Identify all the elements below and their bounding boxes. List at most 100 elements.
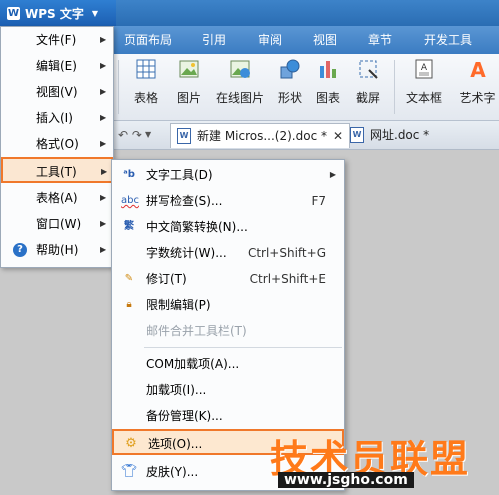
tab-nav-arrows[interactable]: ↶ ↷ ▼ <box>118 123 151 147</box>
menu-item-file[interactable]: 文件(F) ▶ <box>2 27 112 53</box>
table-button[interactable]: 表格 <box>126 58 166 106</box>
table-label: 表格 <box>133 91 158 105</box>
submenu-item-label: 修订(T) <box>146 272 187 286</box>
menu-item-label: 视图(V) <box>36 85 78 99</box>
shape-icon <box>280 59 300 79</box>
menu-item-label: 插入(I) <box>36 111 73 125</box>
submenu-item-label: 文字工具(D) <box>146 168 213 182</box>
submenu-item-revision[interactable]: ✎ 修订(T) Ctrl+Shift+E <box>112 266 344 292</box>
shape-button[interactable]: 形状 <box>272 58 308 106</box>
wps-app-menu-button[interactable]: W WPS 文字 ▼ <box>0 0 116 26</box>
wordart-button[interactable]: A 艺术字 <box>456 58 499 106</box>
menu-item-edit[interactable]: 编辑(E) ▶ <box>2 53 112 79</box>
submenu-item-label: 邮件合并工具栏(T) <box>146 324 247 338</box>
menu-item-format[interactable]: 格式(O) ▶ <box>2 131 112 157</box>
chevron-right-icon: ▶ <box>100 113 107 122</box>
submenu-item-mail-merge[interactable]: 邮件合并工具栏(T) <box>112 318 344 344</box>
submenu-item-com-addins[interactable]: COM加载项(A)... <box>112 351 344 377</box>
textbox-button[interactable]: A 文本框 <box>400 58 448 106</box>
screenshot-label: 截屏 <box>355 91 380 105</box>
doc-tab-label: 网址.doc * <box>370 128 430 142</box>
picture-label: 图片 <box>176 91 201 105</box>
menu-item-help[interactable]: ? 帮助(H) ▶ <box>2 237 112 263</box>
textbox-label: 文本框 <box>405 91 442 105</box>
text-tools-icon: ᵃb <box>123 169 135 180</box>
revision-icon: ✎ <box>124 273 134 284</box>
submenu-item-label: 皮肤(Y)... <box>146 465 199 479</box>
submenu-item-restrict-edit[interactable]: 🔒︎ 限制编辑(P) <box>112 292 344 318</box>
chevron-right-icon: ▶ <box>100 87 107 96</box>
menu-item-label: 帮助(H) <box>36 243 79 257</box>
submenu-item-addins[interactable]: 加载项(I)... <box>112 377 344 403</box>
main-dropdown-menu: 文件(F) ▶ 编辑(E) ▶ 视图(V) ▶ 插入(I) ▶ 格式(O) ▶ … <box>0 26 114 268</box>
ribbon-separator <box>394 60 395 114</box>
wps-logo-icon: W <box>7 6 20 20</box>
shortcut-text: Ctrl+Shift+E <box>249 272 326 286</box>
submenu-item-label: 中文简繁转换(N)... <box>146 220 248 234</box>
redo-icon[interactable]: ↷ <box>132 123 142 147</box>
help-icon: ? <box>13 243 27 257</box>
online-picture-button[interactable]: 在线图片 <box>212 58 268 106</box>
submenu-item-spellcheck[interactable]: abc 拼写检查(S)... F7 <box>112 188 344 214</box>
svg-text:A: A <box>421 63 428 73</box>
wordart-label: 艺术字 <box>459 91 496 105</box>
lock-icon: 🔒︎ <box>126 299 132 310</box>
textbox-icon: A <box>415 59 433 79</box>
chevron-right-icon: ▶ <box>100 245 107 254</box>
menu-item-label: 工具(T) <box>36 165 77 179</box>
tab-chapter[interactable]: 章节 <box>368 26 392 54</box>
doc-file-icon: W <box>177 128 191 144</box>
tab-developer[interactable]: 开发工具 <box>424 26 472 54</box>
menu-item-label: 文件(F) <box>36 33 77 47</box>
submenu-item-label: 字数统计(W)... <box>146 246 227 260</box>
picture-button[interactable]: 图片 <box>170 58 208 106</box>
online-picture-icon <box>230 60 250 78</box>
submenu-item-text-tools[interactable]: ᵃb 文字工具(D) ▶ <box>112 162 344 188</box>
close-icon[interactable]: ✕ <box>333 124 343 148</box>
submenu-item-chinese-convert[interactable]: 繁 中文简繁转换(N)... <box>112 214 344 240</box>
menu-item-label: 窗口(W) <box>36 217 82 231</box>
tab-references[interactable]: 引用 <box>202 26 226 54</box>
wordart-icon: A <box>470 58 486 82</box>
app-title: WPS 文字 <box>25 6 84 21</box>
watermark-url: www.jsgho.com <box>278 472 414 488</box>
submenu-item-backup[interactable]: 备份管理(K)... <box>112 403 344 429</box>
doc-file-icon: W <box>350 127 364 143</box>
menu-item-label: 表格(A) <box>36 191 78 205</box>
chart-button[interactable]: 图表 <box>312 58 344 106</box>
tab-review[interactable]: 审阅 <box>258 26 282 54</box>
chevron-right-icon: ▶ <box>100 193 107 202</box>
menu-item-tools[interactable]: 工具(T) ▶ <box>1 157 113 183</box>
chevron-right-icon: ▶ <box>100 219 107 228</box>
chinese-convert-icon: 繁 <box>124 221 134 232</box>
shape-label: 形状 <box>277 91 302 105</box>
submenu-item-label: 加载项(I)... <box>146 383 207 397</box>
menu-separator <box>144 347 342 348</box>
tab-view[interactable]: 视图 <box>313 26 337 54</box>
submenu-item-label: 拼写检查(S)... <box>146 194 223 208</box>
svg-text:A: A <box>470 58 486 80</box>
menu-item-insert[interactable]: 插入(I) ▶ <box>2 105 112 131</box>
menu-item-window[interactable]: 窗口(W) ▶ <box>2 211 112 237</box>
chevron-down-icon: ▼ <box>91 8 99 18</box>
table-icon <box>136 59 156 79</box>
chevron-right-icon: ▶ <box>101 167 108 176</box>
menu-item-label: 编辑(E) <box>36 59 77 73</box>
submenu-item-label: 备份管理(K)... <box>146 409 223 423</box>
screenshot-icon <box>359 60 378 79</box>
tab-page-layout[interactable]: 页面布局 <box>124 26 172 54</box>
chevron-right-icon: ▶ <box>100 35 107 44</box>
skin-icon: 👕︎ <box>121 464 138 479</box>
menu-item-view[interactable]: 视图(V) ▶ <box>2 79 112 105</box>
doc-tab-label: 新建 Micros...(2).doc * <box>197 129 327 143</box>
picture-icon <box>179 60 199 78</box>
undo-icon[interactable]: ↶ <box>118 123 128 147</box>
chevron-down-icon[interactable]: ▼ <box>145 123 151 147</box>
doc-tab-new-micros[interactable]: W 新建 Micros...(2).doc * ✕ <box>170 123 351 148</box>
shortcut-text: F7 <box>311 194 326 208</box>
doc-tab-wangzhi[interactable]: W 网址.doc * <box>350 123 429 147</box>
submenu-item-word-count[interactable]: 字数统计(W)... Ctrl+Shift+G <box>112 240 344 266</box>
screenshot-button[interactable]: 截屏 <box>348 58 388 106</box>
chevron-right-icon: ▶ <box>329 170 336 179</box>
menu-item-table[interactable]: 表格(A) ▶ <box>2 185 112 211</box>
